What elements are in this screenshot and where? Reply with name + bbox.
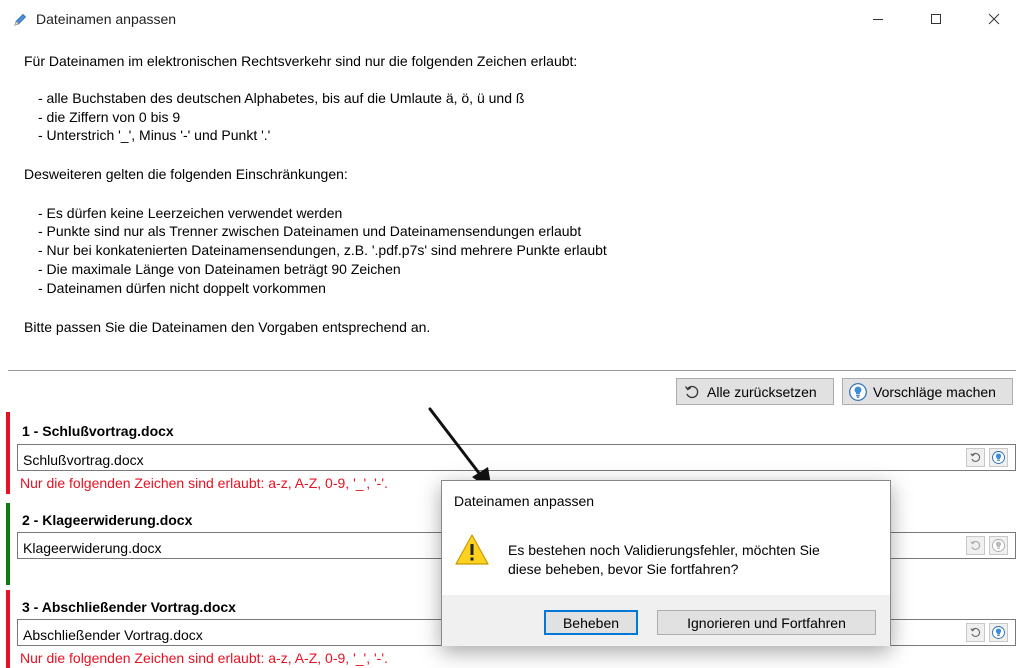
allowed-item: - die Ziffern von 0 bis 9 (38, 109, 181, 125)
intro-text: Für Dateinamen im elektronischen Rechtsv… (24, 53, 578, 69)
minimize-button[interactable] (856, 4, 900, 34)
window-title: Dateinamen anpassen (36, 11, 177, 27)
restriction-item: - Die maximale Länge von Dateinamen betr… (38, 261, 401, 277)
validation-error: Nur die folgenden Zeichen sind erlaubt: … (20, 475, 388, 491)
restriction-item: - Nur bei konkatenierten Dateinamensendu… (38, 242, 607, 258)
suggest-file-button[interactable] (989, 623, 1008, 642)
close-button[interactable] (972, 4, 1016, 34)
dialog-message: Es bestehen noch Validierungsfehler, möc… (508, 541, 820, 579)
restriction-item: - Punkte sind nur als Trenner zwischen D… (38, 223, 582, 239)
suggest-file-button[interactable] (989, 448, 1008, 467)
dialog-footer: Beheben Ignorieren und Fortfahren (442, 595, 890, 646)
lightbulb-icon (992, 539, 1005, 552)
restrictions-heading: Desweiteren gelten die folgenden Einschr… (24, 166, 348, 182)
file-title: 2 - Klageerwiderung.docx (22, 512, 193, 528)
lightbulb-icon (992, 626, 1005, 639)
reset-file-button[interactable] (966, 536, 985, 555)
closing-text: Bitte passen Sie die Dateinamen den Vorg… (24, 319, 431, 335)
restriction-item: - Dateinamen dürfen nicht doppelt vorkom… (38, 280, 326, 296)
pencil-icon (12, 12, 28, 28)
undo-icon (970, 627, 981, 637)
reset-all-button[interactable]: Alle zurücksetzen (676, 378, 834, 405)
file-title: 3 - Abschließender Vortrag.docx (22, 599, 236, 615)
status-bar-invalid (6, 590, 10, 668)
lightbulb-icon (849, 382, 867, 401)
suggest-button[interactable]: Vorschläge machen (842, 378, 1013, 405)
undo-icon (970, 452, 981, 462)
maximize-button[interactable] (914, 4, 958, 34)
suggest-file-button[interactable] (989, 536, 1008, 555)
restriction-item: - Es dürfen keine Leerzeichen verwendet … (38, 205, 343, 221)
validation-error: Nur die folgenden Zeichen sind erlaubt: … (20, 650, 388, 666)
status-bar-valid (6, 503, 10, 585)
title-bar: Dateinamen anpassen (0, 0, 1017, 38)
allowed-item: - Unterstrich '_', Minus '-' und Punkt '… (38, 127, 271, 143)
filename-input[interactable] (17, 444, 1016, 471)
status-bar-invalid (6, 412, 10, 494)
undo-icon (970, 540, 981, 550)
lightbulb-icon (992, 451, 1005, 464)
dialog-message-line: Es bestehen noch Validierungsfehler, möc… (508, 542, 820, 558)
allowed-item: - alle Buchstaben des deutschen Alphabet… (38, 90, 525, 106)
dialog-title: Dateinamen anpassen (454, 493, 595, 509)
undo-icon (683, 383, 701, 401)
reset-file-button[interactable] (966, 623, 985, 642)
confirm-dialog: Dateinamen anpassen Es bestehen noch Val… (441, 480, 891, 646)
separator (8, 370, 1016, 371)
suggest-label: Vorschläge machen (873, 383, 996, 400)
dialog-message-line: diese beheben, bevor Sie fortfahren? (508, 561, 739, 577)
reset-all-label: Alle zurücksetzen (707, 383, 817, 400)
file-title: 1 - Schlußvortrag.docx (22, 423, 174, 439)
fix-button[interactable]: Beheben (544, 610, 638, 635)
ignore-continue-button[interactable]: Ignorieren und Fortfahren (657, 610, 876, 635)
warning-icon (454, 532, 490, 568)
reset-file-button[interactable] (966, 448, 985, 467)
